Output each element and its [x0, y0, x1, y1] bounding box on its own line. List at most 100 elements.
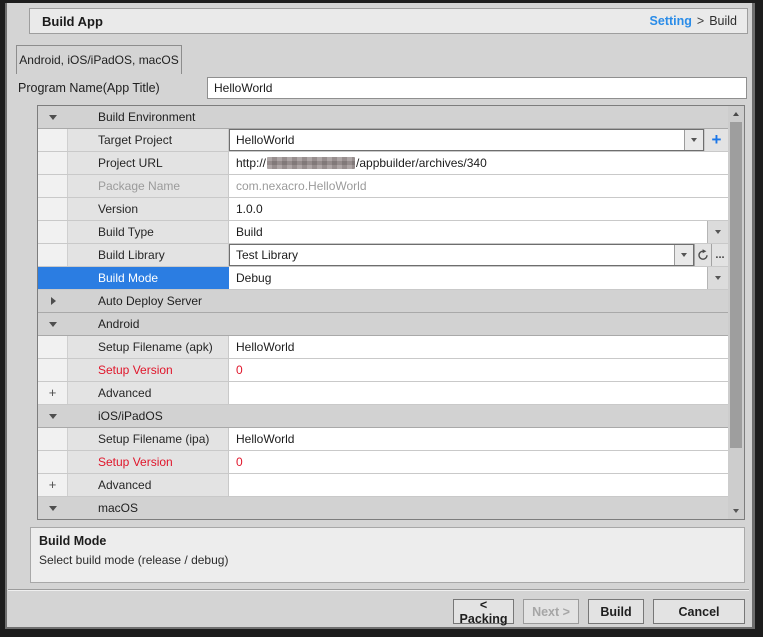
expand-plus-icon[interactable]: +: [49, 480, 57, 490]
chevron-down-icon[interactable]: [674, 245, 693, 265]
row-gutter: [38, 152, 68, 174]
section-label: iOS/iPadOS: [68, 405, 163, 427]
property-label: Advanced: [68, 474, 229, 496]
url-prefix: http://: [236, 156, 266, 170]
property-value[interactable]: Debug: [229, 267, 728, 289]
property-label: Version: [68, 198, 229, 220]
tab-android-ios-macos[interactable]: Android, iOS/iPadOS, macOS: [16, 45, 182, 74]
expand-plus-icon[interactable]: +: [49, 388, 57, 398]
build-library-combobox[interactable]: Test Library: [229, 244, 694, 266]
property-value: http:// /appbuilder/archives/340: [229, 152, 728, 174]
window-border: [755, 0, 763, 637]
build-button[interactable]: Build: [588, 599, 644, 624]
title-bar: Build App Setting > Build: [29, 8, 748, 34]
collapse-icon[interactable]: [49, 322, 57, 327]
window-border: [0, 0, 763, 3]
property-grid: Build Environment Target Project HelloWo…: [37, 105, 745, 520]
row-gutter: [38, 221, 68, 243]
row-gutter: [38, 428, 68, 450]
property-row-build-mode[interactable]: Build Mode Debug: [38, 267, 728, 290]
property-value[interactable]: 0: [229, 359, 728, 381]
property-row-advanced-ios[interactable]: + Advanced: [38, 474, 728, 497]
section-build-environment[interactable]: Build Environment: [38, 106, 728, 129]
property-label: Setup Version: [68, 451, 229, 473]
property-label: Build Type: [68, 221, 229, 243]
breadcrumb-current: Build: [709, 14, 737, 28]
program-name-label: Program Name(App Title): [18, 77, 160, 99]
section-auto-deploy-server[interactable]: Auto Deploy Server: [38, 290, 728, 313]
row-gutter: [38, 267, 68, 289]
property-row-setup-filename-apk[interactable]: Setup Filename (apk) HelloWorld: [38, 336, 728, 359]
property-value: HelloWorld +: [229, 129, 728, 151]
refresh-icon: [697, 249, 709, 261]
browse-more-button[interactable]: ...: [711, 244, 728, 266]
chevron-down-icon[interactable]: [707, 221, 728, 243]
redacted-ip: [267, 157, 355, 169]
collapse-icon[interactable]: [49, 115, 57, 120]
property-row-project-url[interactable]: Project URL http:///appbuilder/archives/…: [38, 152, 728, 175]
scrollbar-thumb[interactable]: [730, 122, 742, 448]
breadcrumb-setting-link[interactable]: Setting: [650, 14, 692, 28]
section-label: Auto Deploy Server: [68, 290, 202, 312]
scroll-down-icon[interactable]: [728, 503, 744, 519]
ellipsis-icon: ...: [715, 249, 724, 261]
property-value: com.nexacro.HelloWorld: [229, 175, 728, 197]
property-row-setup-version-ipa[interactable]: Setup Version 0: [38, 451, 728, 474]
cancel-button[interactable]: Cancel: [653, 599, 745, 624]
property-value[interactable]: HelloWorld: [229, 336, 728, 358]
property-description-panel: Build Mode Select build mode (release / …: [30, 527, 745, 583]
property-row-build-type[interactable]: Build Type Build: [38, 221, 728, 244]
row-gutter: [38, 175, 68, 197]
chevron-down-icon[interactable]: [684, 130, 703, 150]
description-text: Select build mode (release / debug): [39, 553, 736, 567]
row-gutter: +: [38, 474, 68, 496]
property-value: [229, 382, 728, 404]
property-row-advanced-android[interactable]: + Advanced: [38, 382, 728, 405]
add-project-button[interactable]: +: [704, 129, 728, 151]
property-row-package-name[interactable]: Package Name com.nexacro.HelloWorld: [38, 175, 728, 198]
row-gutter: [38, 198, 68, 220]
row-gutter: [38, 451, 68, 473]
section-label: Build Environment: [68, 106, 195, 128]
section-macos[interactable]: macOS: [38, 497, 728, 520]
next-button[interactable]: Next >: [523, 599, 579, 624]
scroll-up-icon[interactable]: [728, 106, 744, 122]
dialog-title: Build App: [42, 14, 650, 29]
url-suffix: /appbuilder/archives/340: [356, 156, 487, 170]
refresh-button[interactable]: [694, 244, 711, 266]
row-gutter: [38, 336, 68, 358]
row-gutter: [38, 129, 68, 151]
target-project-combobox[interactable]: HelloWorld: [229, 129, 704, 151]
chevron-down-icon[interactable]: [707, 267, 728, 289]
property-label: Setup Version: [68, 359, 229, 381]
section-ios-ipados[interactable]: iOS/iPadOS: [38, 405, 728, 428]
section-label: macOS: [68, 497, 138, 519]
window-border: [0, 629, 763, 637]
property-row-build-library[interactable]: Build Library Test Library ...: [38, 244, 728, 267]
property-label: Build Library: [68, 244, 229, 266]
property-value[interactable]: Build: [229, 221, 728, 243]
row-gutter: +: [38, 382, 68, 404]
grid-scrollbar[interactable]: [728, 106, 744, 519]
property-value[interactable]: HelloWorld: [229, 428, 728, 450]
property-value[interactable]: 1.0.0: [229, 198, 728, 220]
row-gutter: [38, 359, 68, 381]
plus-icon: +: [712, 130, 722, 150]
property-row-setup-version-apk[interactable]: Setup Version 0: [38, 359, 728, 382]
property-row-target-project[interactable]: Target Project HelloWorld +: [38, 129, 728, 152]
dropdown-value: Build: [236, 225, 263, 239]
window-border: [0, 0, 5, 637]
property-value: Test Library ...: [229, 244, 728, 266]
property-row-version[interactable]: Version 1.0.0: [38, 198, 728, 221]
property-value[interactable]: 0: [229, 451, 728, 473]
property-row-setup-filename-ipa[interactable]: Setup Filename (ipa) HelloWorld: [38, 428, 728, 451]
section-android[interactable]: Android: [38, 313, 728, 336]
row-gutter: [38, 244, 68, 266]
collapse-icon[interactable]: [49, 414, 57, 419]
collapse-icon[interactable]: [49, 506, 57, 511]
program-name-input[interactable]: [207, 77, 747, 99]
combobox-value: Test Library: [230, 245, 674, 265]
expand-icon[interactable]: [51, 297, 56, 305]
dropdown-value: Debug: [236, 271, 271, 285]
packing-button[interactable]: < Packing: [453, 599, 514, 624]
